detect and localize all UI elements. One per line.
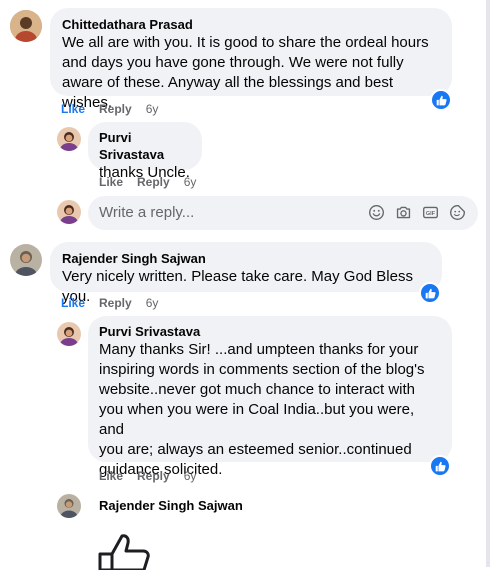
reply-button[interactable]: Reply [137, 175, 170, 189]
comment-text-line: you are; always an esteemed senior..cont… [99, 441, 412, 458]
avatar[interactable] [57, 322, 81, 346]
avatar [57, 200, 81, 224]
like-reaction-icon[interactable] [419, 282, 441, 304]
comment-text-line: and days you have gone through. We were … [62, 54, 404, 71]
comment-author[interactable]: Rajender Singh Sajwan [99, 497, 243, 514]
like-button[interactable]: Like [99, 469, 123, 483]
like-reaction-icon[interactable] [430, 89, 452, 111]
timestamp[interactable]: 6y [146, 102, 159, 116]
comment-bubble: Chittedathara Prasad We all are with you… [50, 8, 452, 111]
reply-button[interactable]: Reply [99, 102, 132, 116]
comment-text-line: you when you were in Coal India..but you… [99, 401, 415, 438]
thumbs-up-sticker-icon [98, 530, 154, 575]
comment-author[interactable]: Chittedathara Prasad [62, 16, 440, 33]
avatar[interactable] [10, 244, 42, 276]
timestamp[interactable]: 6y [184, 469, 197, 483]
comment-bubble: Purvi Srivastava Many thanks Sir! ...and… [88, 316, 452, 478]
avatar[interactable] [10, 10, 42, 42]
avatar[interactable] [57, 127, 81, 151]
svg-text:GIF: GIF [426, 211, 436, 217]
reply-input[interactable]: Write a reply... GIF [88, 196, 478, 230]
avatar[interactable] [57, 494, 81, 518]
comment-text-line: website..never got much chance to intera… [99, 381, 415, 398]
comment-bubble: Purvi Srivastava thanks Uncle. [88, 122, 202, 181]
comment-bubble: Rajender Singh Sajwan Very nicely writte… [50, 242, 442, 305]
like-reaction-icon[interactable] [429, 455, 451, 477]
reply-button[interactable]: Reply [99, 296, 132, 310]
timestamp[interactable]: 6y [146, 296, 159, 310]
comment-author[interactable]: Rajender Singh Sajwan [62, 250, 430, 267]
comment-text-line: inspiring words in comments section of t… [99, 361, 425, 378]
like-button[interactable]: Like [99, 175, 123, 189]
sticker-icon[interactable] [449, 204, 466, 221]
like-button[interactable]: Like [61, 102, 85, 116]
emoji-icon[interactable] [368, 204, 385, 221]
comment-text-line: We all are with you. It is good to share… [62, 34, 429, 51]
scrollbar-track[interactable] [486, 0, 490, 567]
comment-author[interactable]: Purvi Srivastava [99, 129, 191, 163]
reply-button[interactable]: Reply [137, 469, 170, 483]
gif-icon[interactable]: GIF [422, 204, 439, 221]
comment-text-line: Many thanks Sir! ...and umpteen thanks f… [99, 341, 419, 358]
comment-actions: Like Reply 6y [61, 296, 172, 310]
camera-icon[interactable] [395, 204, 412, 221]
comment-actions: Like Reply 6y [61, 102, 172, 116]
reply-placeholder: Write a reply... [99, 204, 195, 221]
comment-author[interactable]: Purvi Srivastava [99, 323, 441, 340]
comment-actions: Like Reply 6y [99, 175, 210, 189]
like-button[interactable]: Like [61, 296, 85, 310]
comment-actions: Like Reply 6y [99, 469, 210, 483]
timestamp[interactable]: 6y [184, 175, 197, 189]
